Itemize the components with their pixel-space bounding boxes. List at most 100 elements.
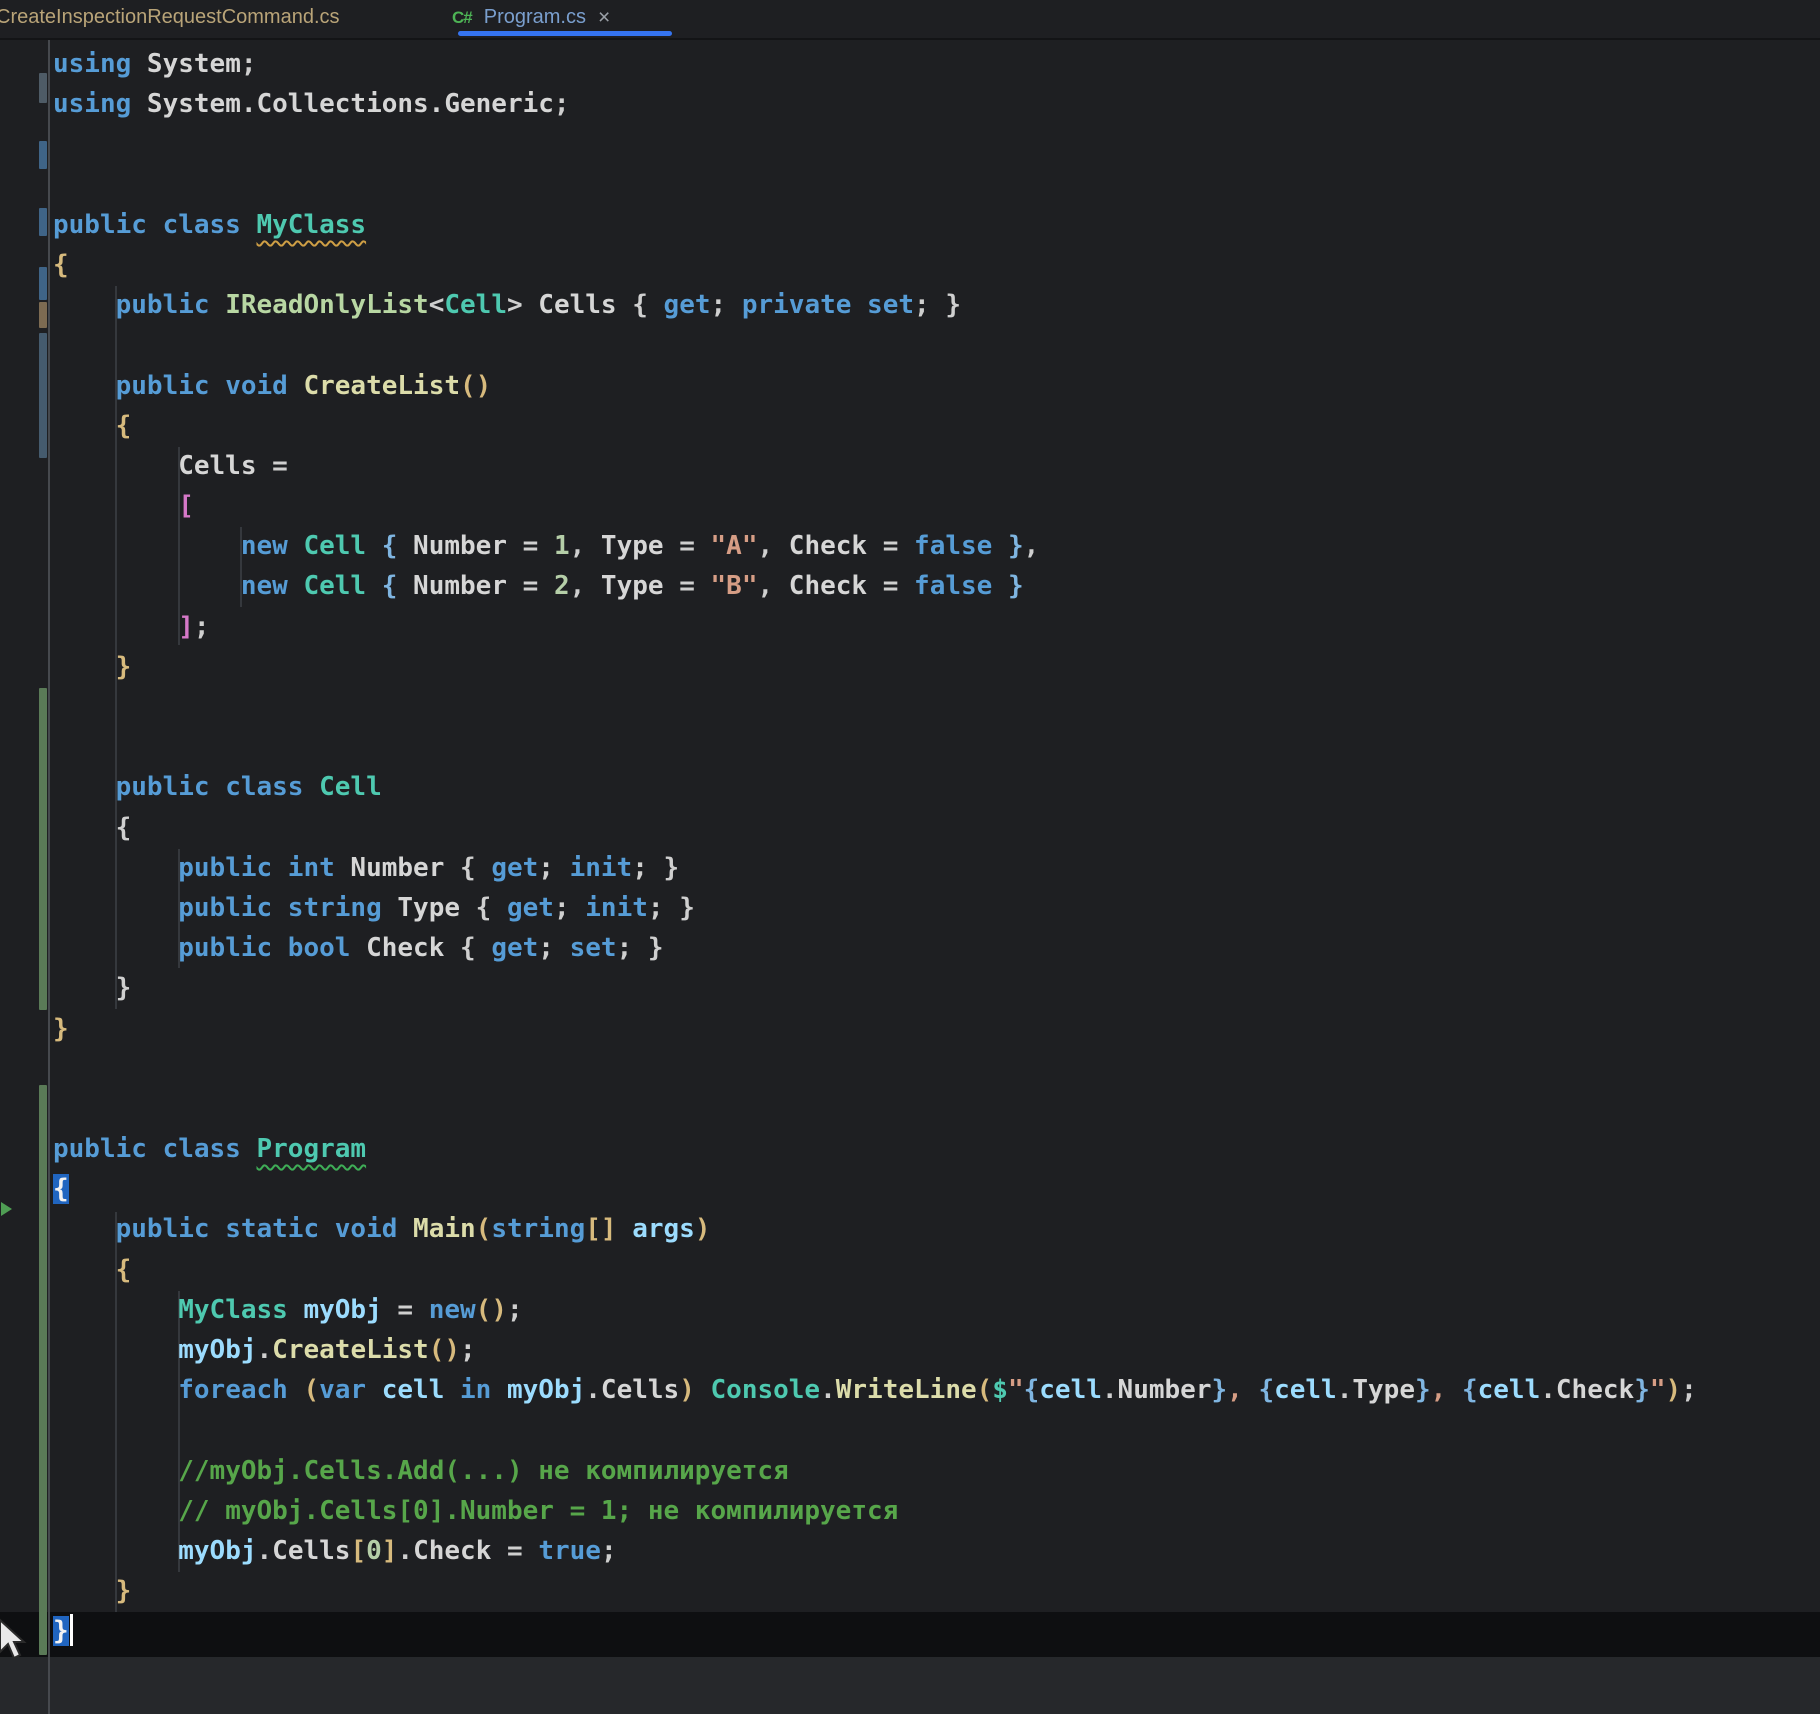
code-token: ; } <box>647 892 695 923</box>
code-token: , <box>569 571 601 602</box>
code-token: } <box>115 651 132 682</box>
code-token: Type <box>600 571 664 602</box>
code-line[interactable]: // myObj.Cells[0].Number = 1; не компили… <box>0 1491 1697 1531</box>
code-area[interactable]: using System; using System.Collections.Ge… <box>0 44 1697 1652</box>
code-line[interactable]: myObj.CreateList(); <box>0 1330 1697 1370</box>
code-token: System <box>146 49 241 79</box>
code-line[interactable]: using System.Collections.Generic; <box>0 84 1697 124</box>
code-token: = <box>491 1535 539 1566</box>
code-token: } <box>1211 1375 1228 1406</box>
code-line[interactable] <box>0 1049 1697 1089</box>
code-token: ; } <box>632 852 680 883</box>
code-token: ( <box>303 1375 320 1406</box>
code-line[interactable]: public class Cell <box>0 767 1697 807</box>
code-token: { <box>460 892 507 923</box>
code-token: CreateList <box>303 370 461 401</box>
code-token: . <box>1540 1375 1556 1406</box>
code-line[interactable]: public class MyClass <box>0 205 1697 245</box>
code-line[interactable]: new Cell { Number = 1, Type = "A", Check… <box>0 526 1697 566</box>
code-line[interactable] <box>0 1410 1697 1450</box>
code-line[interactable]: { <box>0 245 1697 285</box>
code-token: MyClass <box>178 1294 288 1325</box>
close-tab-icon[interactable]: × <box>598 7 610 28</box>
code-token: { <box>53 249 69 280</box>
code-line[interactable] <box>0 124 1697 164</box>
code-token: ; } <box>616 933 664 964</box>
code-token: Type <box>600 531 664 562</box>
code-token: "A" <box>710 531 758 562</box>
code-line[interactable]: { <box>0 406 1697 446</box>
code-token: CreateList <box>272 1335 429 1365</box>
mouse-pointer-icon <box>0 1618 27 1660</box>
code-token: ; <box>538 852 570 883</box>
code-line[interactable]: { <box>0 1169 1697 1209</box>
code-token: { <box>444 852 492 883</box>
code-line[interactable] <box>0 687 1697 727</box>
code-token: ; <box>1681 1375 1697 1406</box>
code-line-current[interactable]: } <box>0 1611 1697 1651</box>
code-token: foreach <box>178 1375 304 1406</box>
code-token: } <box>992 571 1024 602</box>
code-token: init <box>569 852 633 883</box>
code-line[interactable] <box>0 727 1697 767</box>
code-line[interactable]: public IReadOnlyList<Cell> Cells { get ; … <box>0 285 1697 325</box>
code-token: < <box>428 290 445 321</box>
ide-window: { "tabs": { "inactive": { "label": "Crea… <box>0 0 1820 1714</box>
code-line[interactable]: using System; <box>0 44 1697 84</box>
code-line[interactable]: { <box>0 808 1697 848</box>
code-line[interactable] <box>0 1089 1697 1129</box>
code-token: . <box>1101 1375 1118 1406</box>
code-token: public <box>115 290 226 321</box>
code-line[interactable]: public int Number { get; init; } <box>0 848 1697 888</box>
code-token: { <box>1461 1375 1478 1406</box>
code-line[interactable]: myObj.Cells[0].Check = true; <box>0 1531 1697 1571</box>
code-line[interactable] <box>0 165 1697 205</box>
code-line[interactable]: ]; <box>0 607 1697 647</box>
code-token: } <box>115 973 132 1004</box>
code-token: IReadOnlyList <box>225 290 429 321</box>
code-line[interactable]: public void CreateList() <box>0 366 1697 406</box>
code-line[interactable]: public string Type { get; init; } <box>0 888 1697 928</box>
code-line[interactable]: { <box>0 1250 1697 1290</box>
code-token: = <box>867 531 915 562</box>
code-token: Number <box>350 852 445 883</box>
code-line[interactable]: } <box>0 968 1697 1008</box>
code-line[interactable]: } <box>0 1009 1697 1049</box>
code-token: cell <box>1477 1375 1541 1406</box>
code-line[interactable]: new Cell { Number = 2, Type = "B", Check… <box>0 566 1697 606</box>
code-token: WriteLine <box>835 1375 977 1406</box>
code-line[interactable]: public bool Check { get; set; } <box>0 928 1697 968</box>
code-token: = <box>506 531 554 562</box>
code-token: init <box>585 892 648 923</box>
code-line[interactable] <box>0 325 1697 365</box>
code-line[interactable]: //myObj.Cells.Add(...) не компилируется <box>0 1451 1697 1491</box>
code-token: ; <box>710 290 742 321</box>
code-token: = <box>663 531 711 562</box>
tab-program-cs[interactable]: C# Program.cs × <box>452 6 610 29</box>
code-token: { <box>115 410 132 441</box>
code-token: ) <box>679 1375 695 1406</box>
code-line[interactable]: MyClass myObj = new(); <box>0 1290 1697 1330</box>
code-token: } <box>53 1616 69 1647</box>
code-token: cell <box>1274 1375 1337 1406</box>
tab-createinspectionrequestcommand[interactable]: CreateInspectionRequestCommand.cs <box>0 6 340 29</box>
code-line[interactable]: } <box>0 647 1697 687</box>
code-line[interactable]: public static void Main(string[] args) <box>0 1209 1697 1249</box>
code-line[interactable]: public class Program <box>0 1129 1697 1169</box>
code-line[interactable]: } <box>0 1571 1697 1611</box>
code-line[interactable]: [ <box>0 486 1697 526</box>
code-line[interactable]: Cells = <box>0 446 1697 486</box>
code-token: Type <box>397 892 461 923</box>
code-token: " <box>1649 1375 1666 1406</box>
code-token: , <box>1430 1375 1462 1406</box>
code-token: ; <box>553 892 586 923</box>
code-line[interactable]: foreach (var cell in myObj.Cells) Consol… <box>0 1370 1697 1410</box>
code-token: , <box>1227 1375 1259 1406</box>
